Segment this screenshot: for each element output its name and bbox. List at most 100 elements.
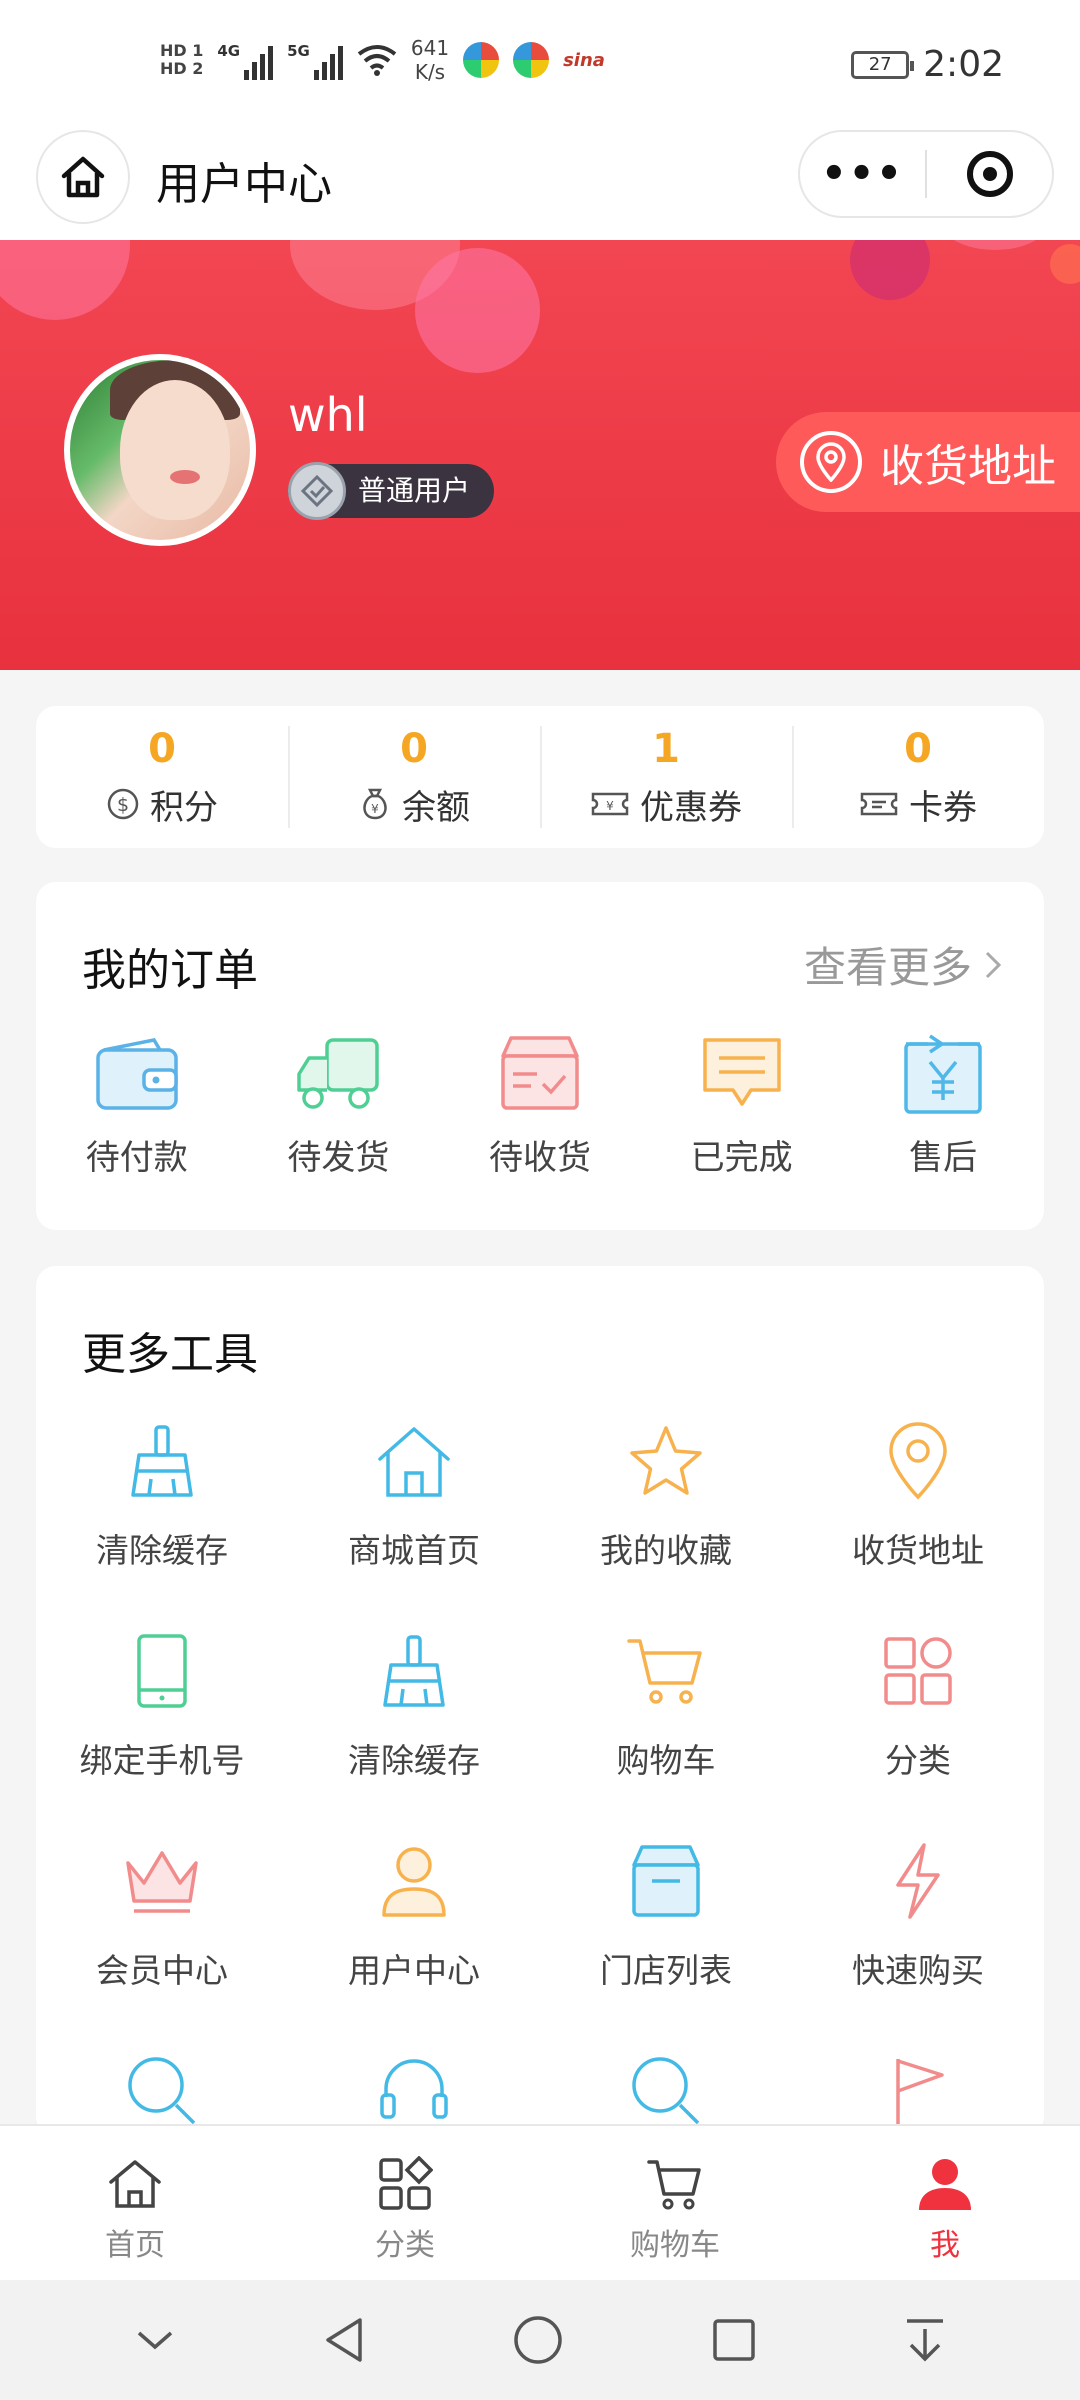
stat-points[interactable]: 0 $ 积分	[36, 706, 288, 848]
tool-shipping-address[interactable]: 收货地址	[792, 1416, 1044, 1572]
lightning-icon	[896, 1843, 940, 1919]
home-circle-icon[interactable]	[512, 2314, 564, 2366]
diamond-badge-icon	[288, 462, 346, 520]
tool-label: 商城首页	[348, 1531, 480, 1570]
category-icon	[379, 2156, 433, 2210]
tool-clear-cache-2[interactable]: 清除缓存	[288, 1626, 540, 1782]
tool-partial[interactable]	[540, 2046, 792, 2136]
home-button[interactable]	[36, 130, 130, 224]
stat-cards[interactable]: 0 卡券	[792, 706, 1044, 848]
crown-icon	[126, 1851, 198, 1913]
home-icon	[61, 156, 105, 198]
clock: 2:02	[923, 44, 1004, 85]
tool-label: 购物车	[616, 1741, 716, 1780]
tool-label: 用户中心	[348, 1951, 480, 1990]
order-status-label: 待发货	[287, 1138, 390, 1178]
flag-icon	[896, 2059, 944, 2127]
message-icon	[702, 1038, 781, 1106]
hd-indicators: HD 1 HD 2	[160, 42, 203, 78]
order-pending-receipt[interactable]: 待收货	[439, 1032, 641, 1179]
tab-label: 分类	[375, 2228, 435, 2263]
tool-store-list[interactable]: 门店列表	[540, 1836, 792, 1992]
close-miniprogram-button[interactable]	[927, 132, 1052, 216]
stat-balance[interactable]: 0 ¥ 余额	[288, 706, 540, 848]
order-pending-shipment[interactable]: 待发货	[238, 1032, 440, 1179]
battery-icon: 27	[851, 50, 915, 79]
decor-bubble	[1050, 244, 1080, 284]
order-status-label: 已完成	[690, 1138, 793, 1178]
more-options-button[interactable]: •••	[800, 132, 925, 216]
status-right: 27 2:02	[851, 44, 1004, 85]
account-stats: 0 $ 积分 0 ¥ 余额 1 ¥ 优惠券 0 卡券	[36, 706, 1044, 848]
box-check-icon	[501, 1036, 579, 1110]
tool-label: 快速购买	[852, 1951, 984, 1990]
cart-icon	[627, 1639, 702, 1704]
tool-partial[interactable]	[288, 2046, 540, 2136]
search-icon	[128, 2057, 196, 2125]
stat-label: 余额	[402, 787, 470, 828]
tool-partial[interactable]	[36, 2046, 288, 2136]
notification-pulldown-icon[interactable]	[903, 2315, 947, 2365]
order-completed[interactable]: 已完成	[641, 1032, 843, 1179]
tool-member-center[interactable]: 会员中心	[36, 1836, 288, 1992]
tab-home[interactable]: 首页	[0, 2126, 270, 2280]
tool-clear-cache[interactable]: 清除缓存	[36, 1416, 288, 1572]
home-icon	[109, 2160, 161, 2208]
tool-label: 分类	[885, 1741, 951, 1780]
nav-bar: 用户中心 •••	[0, 130, 1080, 240]
tool-user-center[interactable]: 用户中心	[288, 1836, 540, 1992]
tab-me[interactable]: 我	[810, 2126, 1080, 2280]
system-navigation-bar	[0, 2280, 1080, 2400]
signal-icon	[313, 40, 343, 80]
stat-value: 0	[400, 725, 428, 772]
tool-label: 会员中心	[96, 1951, 228, 1990]
capsule-menu: •••	[798, 130, 1054, 218]
tool-bind-phone[interactable]: 绑定手机号	[36, 1626, 288, 1782]
wifi-icon	[357, 45, 397, 76]
tab-cart[interactable]: 购物车	[540, 2126, 810, 2280]
chevron-down-icon[interactable]	[133, 2325, 177, 2355]
order-pending-payment[interactable]: 待付款	[36, 1032, 238, 1179]
tab-label: 首页	[105, 2228, 165, 2263]
stat-value: 0	[904, 725, 932, 772]
network-5g-label: 5G	[287, 42, 310, 60]
decor-bubble	[940, 240, 1050, 250]
user-level-label: 普通用户	[358, 474, 471, 507]
view-more-orders-link[interactable]: 查看更多	[804, 934, 1004, 995]
stat-label: 卡券	[909, 787, 977, 828]
broom-icon	[131, 1425, 193, 1497]
tool-quick-buy[interactable]: 快速购买	[792, 1836, 1044, 1992]
category-icon	[884, 1637, 952, 1705]
sina-icon: sina	[563, 49, 605, 71]
order-status-label: 售后	[909, 1138, 978, 1178]
wallet-icon	[96, 1038, 178, 1110]
profile-banner: whl 普通用户 收货地址	[0, 240, 1080, 670]
tool-label: 清除缓存	[348, 1741, 480, 1780]
store-icon	[632, 1845, 700, 1917]
shipping-address-button[interactable]: 收货地址	[776, 412, 1080, 512]
tool-category[interactable]: 分类	[792, 1626, 1044, 1782]
user-icon	[919, 2159, 971, 2210]
bottom-tab-bar: 首页 分类 购物车 我	[0, 2124, 1080, 2280]
tool-cart[interactable]: 购物车	[540, 1626, 792, 1782]
order-after-sales[interactable]: 售后	[842, 1032, 1044, 1179]
svg-text:¥: ¥	[371, 802, 379, 816]
tool-mall-home[interactable]: 商城首页	[288, 1416, 540, 1572]
recent-apps-icon[interactable]	[710, 2316, 758, 2364]
home-icon	[378, 1427, 450, 1497]
headset-icon	[380, 2059, 448, 2119]
tool-favorites[interactable]: 我的收藏	[540, 1416, 792, 1572]
tab-category[interactable]: 分类	[270, 2126, 540, 2280]
tool-partial[interactable]	[792, 2046, 1044, 2136]
signal-icon	[244, 40, 274, 80]
tool-label: 我的收藏	[600, 1531, 732, 1570]
back-icon[interactable]	[322, 2315, 366, 2365]
hd-2-label: HD 2	[160, 59, 204, 78]
stat-coupons[interactable]: 1 ¥ 优惠券	[540, 706, 792, 848]
cart-icon	[647, 2160, 701, 2210]
tools-card: 更多工具 清除缓存 商城首页 我的收藏 收货地址 绑定手机号 清除缓存 购物车	[36, 1266, 1044, 2136]
decor-bubble	[0, 240, 130, 320]
status-bar: HD 1 HD 2 4G 5G 641 K/s sina 27 2:02	[0, 0, 1080, 130]
avatar[interactable]	[64, 354, 256, 546]
broom-icon	[383, 1635, 445, 1707]
